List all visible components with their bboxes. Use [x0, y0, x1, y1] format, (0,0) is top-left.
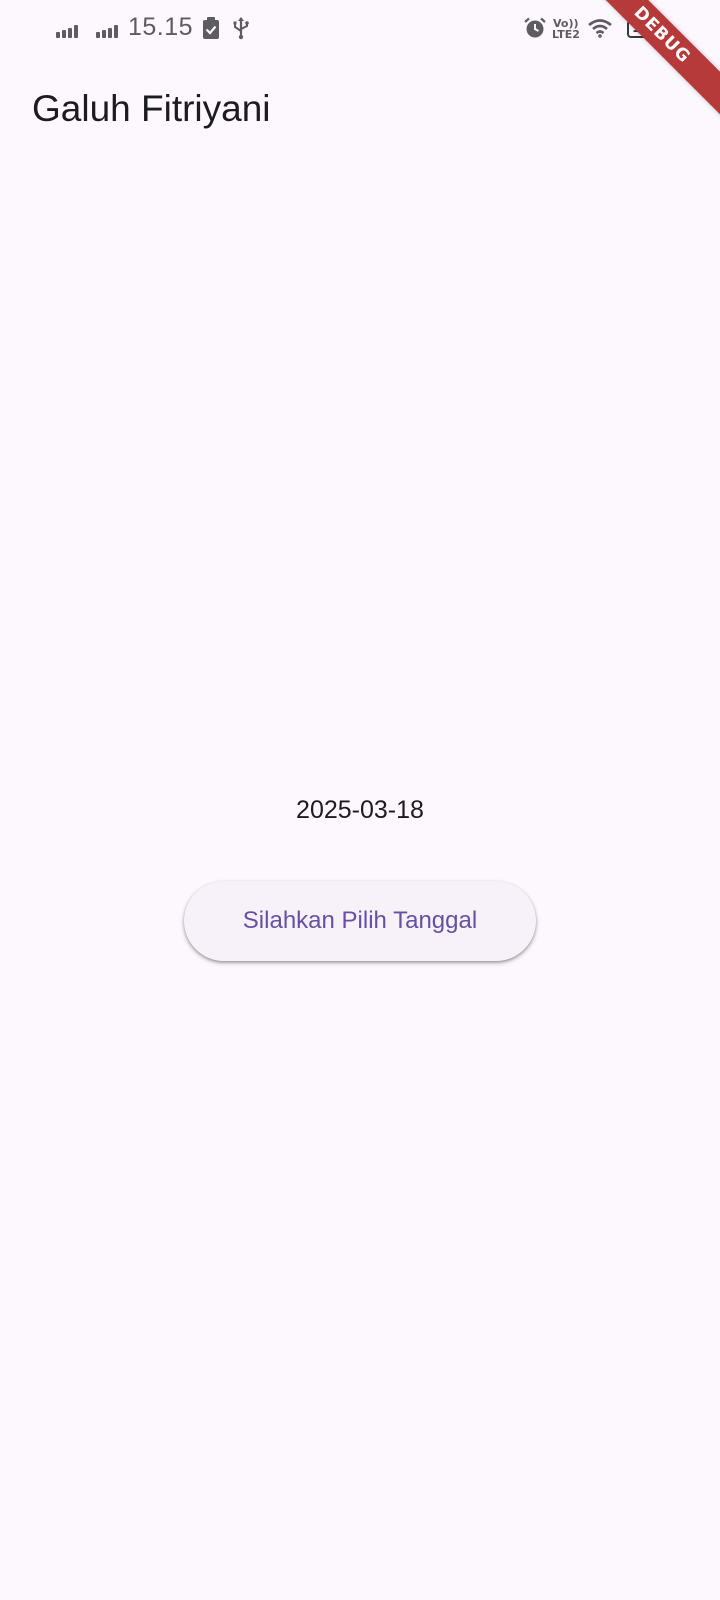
lte-icon: LTE2 [552, 28, 580, 41]
app-bar-title: Galuh Fitriyani [32, 88, 271, 129]
status-bar: 15.15 Vo)) LTE2 [0, 0, 720, 58]
usb-icon [233, 17, 249, 40]
app-screen: 15.15 Vo)) LTE2 DEBUG Galuh Fitriyani 20… [0, 0, 720, 1600]
clipboard-check-icon [203, 17, 219, 39]
status-time: 15.15 [128, 13, 194, 41]
signal-sim2-icon [96, 25, 118, 38]
selected-date-text: 2025-03-18 [296, 796, 424, 824]
alarm-icon [524, 17, 546, 38]
pick-date-button[interactable]: Silahkan Pilih Tanggal [184, 881, 536, 961]
signal-sim1-icon [56, 25, 78, 38]
app-bar: Galuh Fitriyani [0, 58, 720, 170]
wifi-icon [588, 19, 612, 38]
